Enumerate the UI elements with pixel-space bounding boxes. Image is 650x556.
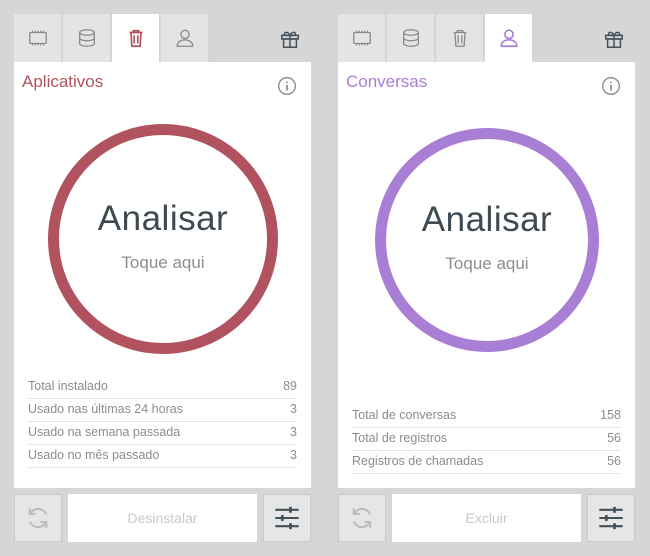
stat-label: Total de registros (352, 431, 448, 445)
trash-icon (129, 29, 142, 48)
refresh-button[interactable] (338, 494, 386, 542)
gift-button[interactable] (277, 26, 303, 52)
stat-label: Total instalado (28, 379, 108, 393)
person-icon (499, 29, 518, 48)
stats-list: Total instalado 89 Usado nas últimas 24 h… (28, 376, 297, 468)
action-bar: Desinstalar (14, 494, 311, 542)
cpu-icon (28, 30, 47, 46)
trash-icon (453, 30, 466, 47)
stat-label: Registros de chamadas (352, 454, 484, 468)
ring-title: Analisar (97, 199, 229, 238)
stat-value: 56 (607, 454, 621, 468)
stat-row: Total instalado 89 (28, 376, 297, 399)
apps-panel: Aplicativos Analisar Toque aqui Total in… (14, 14, 311, 556)
ring-subtitle: Toque aqui (445, 254, 529, 273)
ring-subtitle: Toque aqui (121, 253, 205, 272)
stat-value: 89 (283, 379, 297, 393)
apps-card: Aplicativos Analisar Toque aqui Total in… (14, 62, 311, 488)
settings-button[interactable] (587, 494, 635, 542)
tab-person[interactable] (485, 14, 533, 62)
settings-button[interactable] (263, 494, 311, 542)
delete-button[interactable]: Excluir (392, 494, 581, 542)
stat-row: Usado na semana passada 3 (28, 422, 297, 445)
refresh-icon (352, 507, 372, 529)
info-icon[interactable] (601, 76, 621, 96)
stat-label: Usado nas últimas 24 horas (28, 402, 183, 416)
card-title: Conversas (346, 72, 428, 91)
stat-value: 56 (607, 431, 621, 445)
cpu-icon (352, 30, 371, 46)
analyze-ring-button[interactable]: Analisar Toque aqui (48, 124, 278, 354)
tab-bar (338, 14, 635, 62)
gift-icon (605, 31, 623, 48)
uninstall-button[interactable]: Desinstalar (68, 494, 257, 542)
stat-value: 158 (600, 408, 621, 422)
stat-row: Total de conversas 158 (352, 405, 621, 428)
gift-button[interactable] (601, 26, 627, 52)
analyze-ring-button[interactable]: Analisar Toque aqui (375, 128, 599, 352)
tab-storage[interactable] (387, 14, 435, 62)
tab-storage[interactable] (63, 14, 111, 62)
tab-bar (14, 14, 311, 62)
stat-row: Usado no mês passado 3 (28, 445, 297, 468)
action-bar: Excluir (338, 494, 635, 542)
stat-value: 3 (290, 402, 297, 416)
stat-label: Total de conversas (352, 408, 457, 422)
gift-icon (281, 31, 299, 48)
person-icon (176, 29, 193, 47)
stat-row: Registros de chamadas 56 (352, 451, 621, 474)
stat-value: 3 (290, 448, 297, 462)
storage-icon (402, 29, 419, 47)
tab-person[interactable] (161, 14, 209, 62)
tab-trash[interactable] (436, 14, 484, 62)
sliders-icon (599, 506, 623, 530)
conversations-panel: Conversas Analisar Toque aqui Total de c… (338, 14, 635, 556)
tab-cpu[interactable] (338, 14, 386, 62)
card-title: Aplicativos (22, 72, 104, 91)
stats-list: Total de conversas 158 Total de registros… (352, 405, 621, 474)
stat-row: Usado nas últimas 24 horas 3 (28, 399, 297, 422)
refresh-button[interactable] (14, 494, 62, 542)
storage-icon (78, 29, 95, 47)
stat-label: Usado no mês passado (28, 448, 160, 462)
refresh-icon (28, 507, 48, 529)
stat-label: Usado na semana passada (28, 425, 181, 439)
conversations-card: Conversas Analisar Toque aqui Total de c… (338, 62, 635, 488)
tab-cpu[interactable] (14, 14, 62, 62)
info-icon[interactable] (277, 76, 297, 96)
ring-title: Analisar (421, 200, 553, 239)
sliders-icon (275, 506, 299, 530)
stat-value: 3 (290, 425, 297, 439)
stat-row: Total de registros 56 (352, 428, 621, 451)
tab-trash[interactable] (112, 14, 160, 62)
